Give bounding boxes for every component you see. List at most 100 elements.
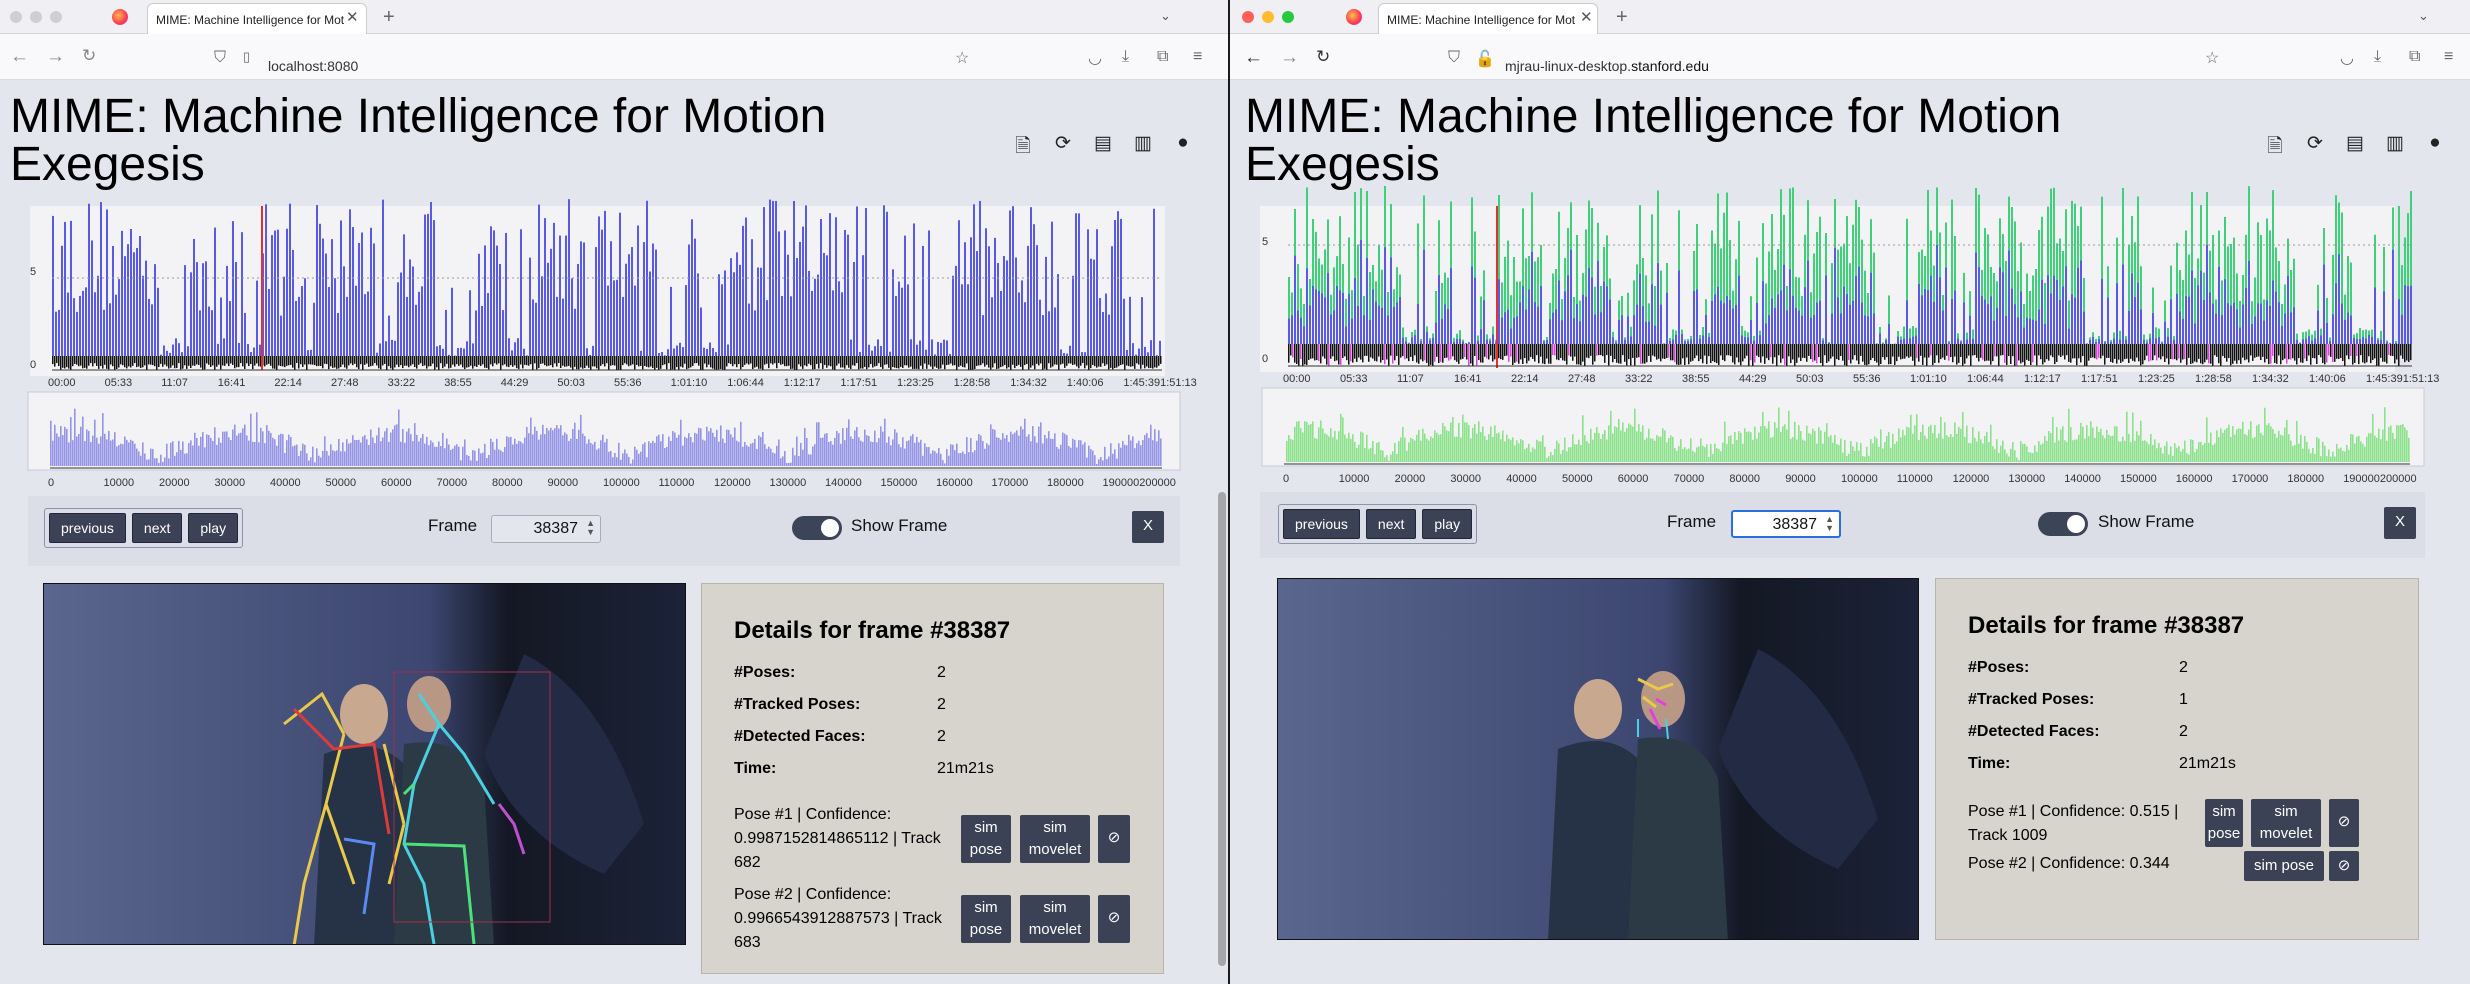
track-segment xyxy=(2138,344,2140,362)
sim-pose-button[interactable]: sim pose xyxy=(2205,799,2243,847)
track-segment xyxy=(1552,344,1554,356)
histogram-bar xyxy=(1904,435,1906,462)
sim-pose-button[interactable]: sim pose xyxy=(2244,851,2324,881)
sim-pose-button[interactable]: sim pose xyxy=(961,895,1011,943)
pose-bar-green xyxy=(1810,292,1812,318)
track-segment xyxy=(2188,344,2190,358)
sim-movelet-button[interactable]: sim movelet xyxy=(1020,895,1090,943)
track-segment xyxy=(1574,344,1576,357)
histogram-bar xyxy=(2000,445,2002,462)
track-segment xyxy=(264,356,266,367)
track-segment xyxy=(712,356,714,369)
histogram-bar xyxy=(1950,434,1952,462)
histogram-bar xyxy=(158,462,160,466)
previous-button[interactable]: previous xyxy=(1283,509,1360,539)
eye-slash-icon[interactable]: ⊘ xyxy=(2329,851,2359,881)
pose-bar-green xyxy=(1726,192,1728,297)
pose-bar xyxy=(106,209,108,356)
track-segment xyxy=(422,356,424,367)
pose-bar-green xyxy=(1786,286,1788,311)
pose-bar xyxy=(574,308,576,356)
pose-bar-green xyxy=(1486,334,1488,340)
histogram-bar xyxy=(934,451,936,466)
pose-bar-green xyxy=(2365,329,2367,339)
histogram-bar xyxy=(572,429,574,466)
histogram-bar xyxy=(1446,430,1448,462)
time-ticks: 00:00 05:33 11:07 16:41 22:14 27:48 33:22 38:55… xyxy=(48,377,1197,389)
previous-button[interactable]: previous xyxy=(49,513,126,543)
pose-bar-green xyxy=(2101,196,2103,279)
histogram-bar xyxy=(1984,435,1986,462)
histogram-bar xyxy=(266,425,268,466)
track-segment xyxy=(1998,344,2000,366)
play-button[interactable]: play xyxy=(188,513,239,543)
histogram-bar xyxy=(1078,440,1080,466)
track-segment xyxy=(1566,344,1568,365)
sim-pose-button[interactable]: sim pose xyxy=(961,815,1011,863)
play-button[interactable]: play xyxy=(1422,509,1473,539)
show-frame-toggle[interactable] xyxy=(792,516,842,540)
track-segment xyxy=(2288,344,2290,360)
pose-bar-green xyxy=(2245,234,2247,289)
track-segment xyxy=(758,356,760,369)
track-segment xyxy=(1730,344,1732,357)
histogram-bar xyxy=(922,455,924,466)
track-segment xyxy=(388,356,390,367)
pose-bar xyxy=(1063,353,1065,356)
track-segment xyxy=(2080,344,2082,363)
histogram-bar xyxy=(856,427,858,466)
sim-movelet-button[interactable]: sim movelet xyxy=(2251,799,2321,847)
track-segment xyxy=(650,356,652,367)
histogram-bar xyxy=(1392,451,1394,462)
pose-bar-green xyxy=(2311,334,2313,341)
histogram-bar xyxy=(1156,441,1158,466)
track-segment xyxy=(1090,356,1092,369)
histogram-bar xyxy=(1128,434,1130,466)
pose-bar xyxy=(997,263,999,356)
frame-input[interactable]: 38387 ▲ ▼ xyxy=(491,515,601,543)
histogram-bar xyxy=(2290,440,2292,462)
track-segment xyxy=(220,356,222,370)
pose-bar-green xyxy=(1375,281,1377,302)
histogram-bar xyxy=(458,446,460,466)
track-segment xyxy=(788,356,790,366)
next-button[interactable]: next xyxy=(131,513,183,543)
scrollbar[interactable] xyxy=(1218,492,1226,966)
histogram-bar xyxy=(2018,460,2020,462)
track-segment xyxy=(2314,344,2316,359)
histogram-bar xyxy=(2186,452,2188,462)
eye-slash-icon[interactable]: ⊘ xyxy=(2329,799,2359,847)
show-frame-toggle[interactable] xyxy=(2038,512,2088,536)
close-button[interactable]: X xyxy=(1132,511,1164,543)
pose-bar-green xyxy=(2173,336,2175,340)
y-tick: 5 xyxy=(30,266,36,278)
sim-movelet-button[interactable]: sim movelet xyxy=(1020,815,1090,863)
histogram-bar xyxy=(1100,457,1102,466)
stepper-icon[interactable]: ▲ ▼ xyxy=(1825,515,1834,533)
stepper-icon[interactable]: ▲ ▼ xyxy=(586,519,595,537)
histogram-bar xyxy=(1430,436,1432,462)
histogram-bar xyxy=(396,424,398,466)
track-segment xyxy=(2236,344,2238,364)
track-segment xyxy=(1422,344,1424,362)
eye-slash-icon[interactable]: ⊘ xyxy=(1098,895,1130,943)
track-segment xyxy=(1990,344,1992,365)
track-segment xyxy=(1692,344,1694,361)
track-segment xyxy=(2034,344,2036,356)
track-segment xyxy=(242,356,244,367)
histogram-bar xyxy=(1742,443,1744,462)
track-segment xyxy=(1870,344,1872,361)
track-segment xyxy=(1848,344,1850,361)
frame-input[interactable]: 38387 ▲ ▼ xyxy=(1731,510,1841,538)
close-button[interactable]: X xyxy=(2384,507,2416,539)
track-segment xyxy=(840,356,842,368)
eye-slash-icon[interactable]: ⊘ xyxy=(1098,815,1130,863)
pose-bar-green xyxy=(1648,303,1650,322)
track-segment xyxy=(1904,344,1906,359)
pose-bar xyxy=(223,338,225,356)
histogram-bar xyxy=(434,446,436,466)
histogram-bar xyxy=(2158,443,2160,462)
pose-bar-green xyxy=(1378,245,1380,306)
track-segment xyxy=(400,356,402,366)
next-button[interactable]: next xyxy=(1365,509,1417,539)
